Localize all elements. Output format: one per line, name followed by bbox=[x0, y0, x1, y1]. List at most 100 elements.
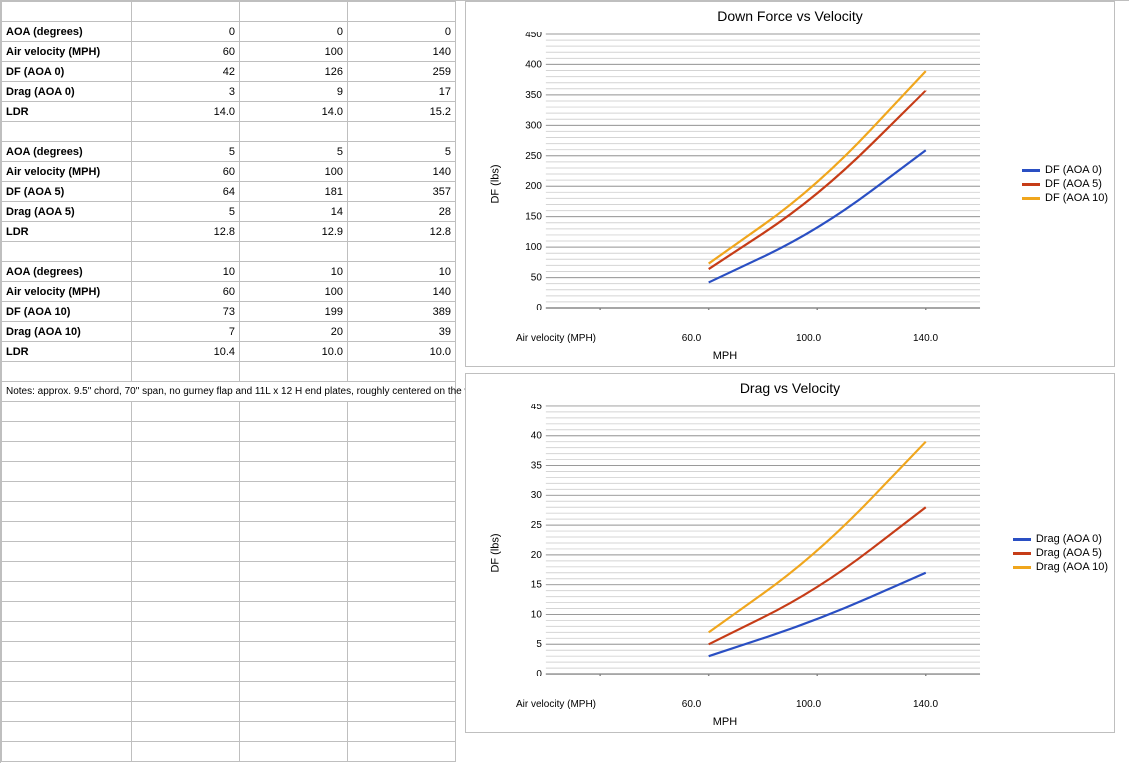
cell[interactable] bbox=[132, 682, 240, 702]
cell[interactable] bbox=[132, 582, 240, 602]
cell[interactable]: 9 bbox=[240, 82, 348, 102]
cell[interactable]: 60 bbox=[132, 282, 240, 302]
cell[interactable]: 126 bbox=[240, 62, 348, 82]
cell[interactable] bbox=[2, 2, 132, 22]
cell[interactable]: 17 bbox=[348, 82, 456, 102]
cell[interactable] bbox=[132, 402, 240, 422]
cell[interactable] bbox=[348, 442, 456, 462]
cell[interactable]: 14.0 bbox=[240, 102, 348, 122]
cell[interactable] bbox=[240, 482, 348, 502]
cell[interactable]: 389 bbox=[348, 302, 456, 322]
cell[interactable] bbox=[240, 462, 348, 482]
cell[interactable]: Drag (AOA 5) bbox=[2, 202, 132, 222]
cell[interactable]: 100 bbox=[240, 162, 348, 182]
cell[interactable] bbox=[2, 502, 132, 522]
cell[interactable] bbox=[132, 562, 240, 582]
cell[interactable] bbox=[132, 722, 240, 742]
cell[interactable] bbox=[240, 362, 348, 382]
cell[interactable]: 10.0 bbox=[240, 342, 348, 362]
cell[interactable]: DF (AOA 5) bbox=[2, 182, 132, 202]
cell[interactable] bbox=[348, 562, 456, 582]
cell[interactable] bbox=[2, 122, 132, 142]
cell[interactable] bbox=[132, 482, 240, 502]
cell[interactable] bbox=[240, 442, 348, 462]
cell[interactable] bbox=[240, 642, 348, 662]
cell[interactable]: 140 bbox=[348, 282, 456, 302]
cell[interactable] bbox=[240, 2, 348, 22]
cell[interactable]: AOA (degrees) bbox=[2, 22, 132, 42]
cell[interactable]: AOA (degrees) bbox=[2, 142, 132, 162]
cell[interactable] bbox=[132, 662, 240, 682]
cell[interactable] bbox=[2, 542, 132, 562]
cell[interactable] bbox=[132, 122, 240, 142]
cell[interactable] bbox=[2, 582, 132, 602]
cell[interactable] bbox=[2, 662, 132, 682]
cell[interactable] bbox=[348, 742, 456, 762]
cell[interactable] bbox=[2, 362, 132, 382]
cell[interactable] bbox=[240, 562, 348, 582]
cell[interactable] bbox=[2, 622, 132, 642]
cell[interactable]: 42 bbox=[132, 62, 240, 82]
cell[interactable]: 60 bbox=[132, 162, 240, 182]
cell[interactable] bbox=[348, 502, 456, 522]
cell[interactable]: LDR bbox=[2, 102, 132, 122]
cell[interactable]: 5 bbox=[240, 142, 348, 162]
cell[interactable]: 73 bbox=[132, 302, 240, 322]
cell[interactable] bbox=[2, 422, 132, 442]
cell[interactable] bbox=[2, 522, 132, 542]
cell[interactable] bbox=[348, 242, 456, 262]
cell[interactable]: 64 bbox=[132, 182, 240, 202]
cell[interactable] bbox=[348, 722, 456, 742]
cell[interactable] bbox=[2, 682, 132, 702]
cell[interactable] bbox=[2, 602, 132, 622]
cell[interactable] bbox=[348, 582, 456, 602]
cell[interactable]: 140 bbox=[348, 162, 456, 182]
cell[interactable] bbox=[348, 622, 456, 642]
cell[interactable]: Drag (AOA 10) bbox=[2, 322, 132, 342]
cell[interactable]: 39 bbox=[348, 322, 456, 342]
cell[interactable]: 20 bbox=[240, 322, 348, 342]
cell[interactable]: 357 bbox=[348, 182, 456, 202]
cell[interactable] bbox=[132, 642, 240, 662]
cell[interactable] bbox=[132, 742, 240, 762]
notes-cell[interactable]: Notes: approx. 9.5" chord, 70" span, no … bbox=[2, 382, 456, 402]
cell[interactable] bbox=[240, 682, 348, 702]
cell[interactable] bbox=[240, 422, 348, 442]
cell[interactable] bbox=[2, 442, 132, 462]
cell[interactable]: DF (AOA 10) bbox=[2, 302, 132, 322]
cell[interactable] bbox=[132, 242, 240, 262]
cell[interactable]: 12.9 bbox=[240, 222, 348, 242]
data-grid[interactable]: AOA (degrees)000Air velocity (MPH)601001… bbox=[1, 1, 456, 762]
cell[interactable] bbox=[348, 462, 456, 482]
cell[interactable]: 100 bbox=[240, 42, 348, 62]
cell[interactable] bbox=[240, 602, 348, 622]
cell[interactable] bbox=[132, 462, 240, 482]
cell[interactable]: LDR bbox=[2, 222, 132, 242]
cell[interactable]: Air velocity (MPH) bbox=[2, 162, 132, 182]
cell[interactable]: 14.0 bbox=[132, 102, 240, 122]
cell[interactable] bbox=[132, 2, 240, 22]
cell[interactable] bbox=[132, 362, 240, 382]
cell[interactable] bbox=[2, 742, 132, 762]
cell[interactable] bbox=[2, 242, 132, 262]
cell[interactable]: 3 bbox=[132, 82, 240, 102]
cell[interactable] bbox=[240, 702, 348, 722]
cell[interactable]: 181 bbox=[240, 182, 348, 202]
cell[interactable] bbox=[2, 482, 132, 502]
cell[interactable]: 0 bbox=[348, 22, 456, 42]
cell[interactable]: 12.8 bbox=[132, 222, 240, 242]
cell[interactable]: 0 bbox=[240, 22, 348, 42]
cell[interactable] bbox=[132, 622, 240, 642]
cell[interactable] bbox=[348, 682, 456, 702]
cell[interactable]: 10.0 bbox=[348, 342, 456, 362]
cell[interactable] bbox=[348, 642, 456, 662]
cell[interactable]: AOA (degrees) bbox=[2, 262, 132, 282]
cell[interactable] bbox=[132, 522, 240, 542]
cell[interactable]: Drag (AOA 0) bbox=[2, 82, 132, 102]
cell[interactable]: 100 bbox=[240, 282, 348, 302]
cell[interactable]: 12.8 bbox=[348, 222, 456, 242]
cell[interactable]: 259 bbox=[348, 62, 456, 82]
cell[interactable]: 199 bbox=[240, 302, 348, 322]
cell[interactable]: 15.2 bbox=[348, 102, 456, 122]
cell[interactable] bbox=[2, 402, 132, 422]
